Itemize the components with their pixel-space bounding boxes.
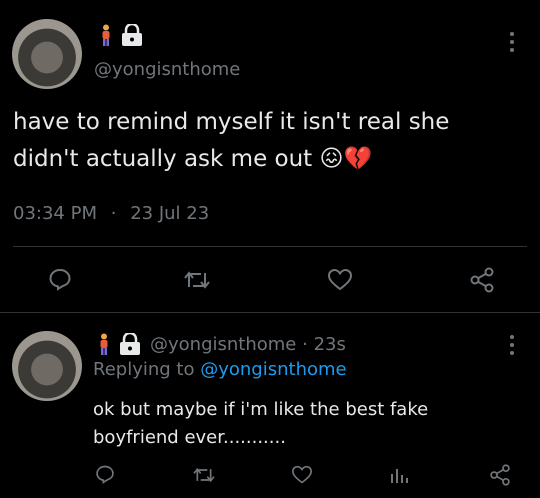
lock-icon	[120, 24, 144, 46]
replying-to-handle[interactable]: @yongisnthome	[200, 359, 346, 380]
tweet-date: 23 Jul 23	[130, 203, 210, 224]
reply-icon[interactable]	[48, 267, 72, 291]
more-vert-icon[interactable]	[510, 335, 514, 359]
replying-to: Replying to @yongisnthome	[93, 359, 347, 380]
replying-to-label: Replying to	[93, 359, 195, 380]
tweet-emoji: 😖💔	[319, 146, 373, 172]
tweet-text-body: have to remind myself it isn't real she …	[13, 109, 450, 172]
reply-meta: @yongisnthome · 23s	[150, 334, 346, 355]
share-icon[interactable]	[489, 464, 511, 486]
tweet-timestamp: 03:34 PM · 23 Jul 23	[13, 203, 209, 224]
avatar[interactable]	[12, 19, 82, 89]
heart-icon[interactable]	[327, 268, 353, 292]
reply-handle[interactable]: @yongisnthome	[150, 334, 296, 355]
reply-age: 23s	[313, 334, 346, 355]
more-vert-icon[interactable]	[510, 32, 514, 56]
tweet-time: 03:34 PM	[13, 203, 97, 224]
views-icon[interactable]	[389, 465, 409, 485]
tweet-text: have to remind myself it isn't real she …	[13, 104, 483, 178]
divider	[0, 312, 540, 313]
lock-icon	[118, 333, 142, 355]
reply-icon[interactable]	[95, 464, 115, 484]
person-icon	[100, 24, 112, 46]
divider	[13, 246, 527, 247]
retweet-icon[interactable]	[183, 268, 211, 292]
tweet-separator: ·	[110, 203, 117, 224]
person-icon	[98, 333, 110, 355]
heart-icon[interactable]	[291, 465, 313, 485]
retweet-icon[interactable]	[192, 465, 216, 485]
reply-text: ok but maybe if i'm like the best fake b…	[93, 399, 429, 448]
share-icon[interactable]	[469, 267, 495, 293]
reply-meta-separator: ·	[302, 334, 308, 355]
avatar[interactable]	[12, 331, 82, 401]
tweet-handle[interactable]: @yongisnthome	[94, 59, 240, 80]
